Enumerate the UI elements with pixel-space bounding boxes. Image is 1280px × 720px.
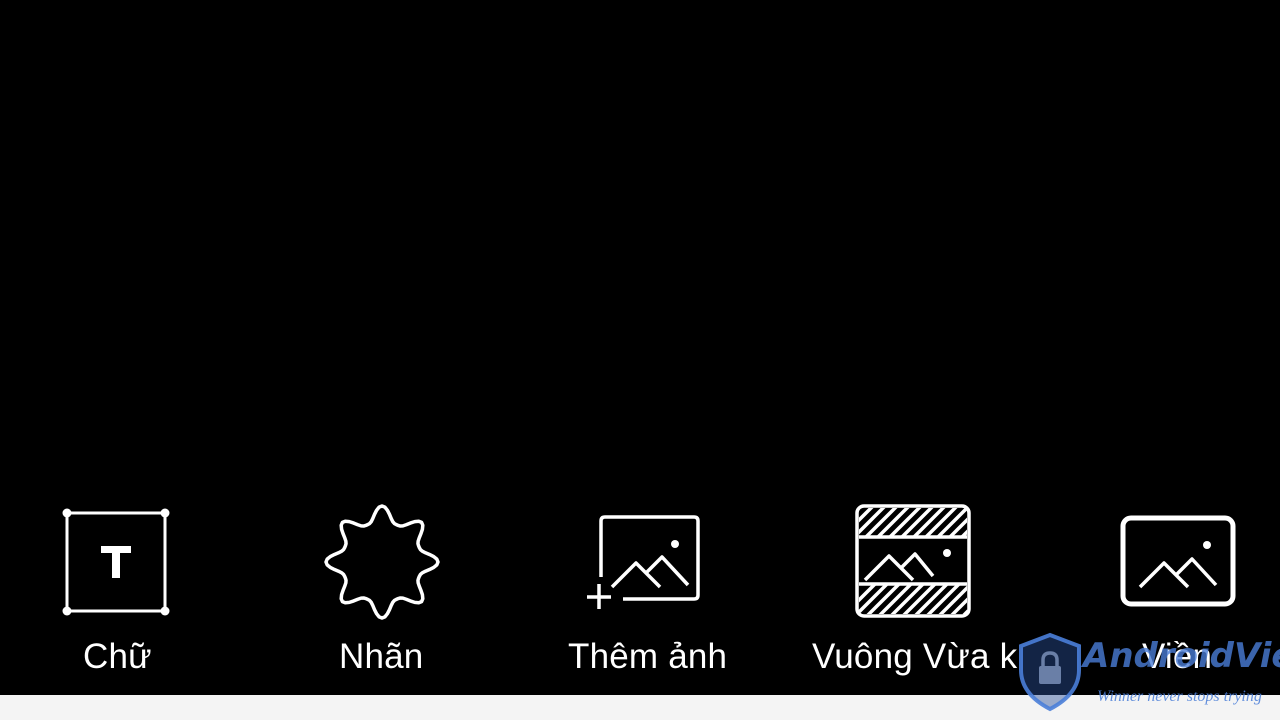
bottom-strip xyxy=(0,695,1280,720)
editor-toolbar: Chữ Nhãn Thêm ảnh Vuông Vừa k Viền xyxy=(0,495,1280,695)
border-tool-label: Viền xyxy=(1142,637,1213,676)
text-tool-label: Chữ xyxy=(83,637,152,676)
sticker-tool-label: Nhãn xyxy=(339,637,424,676)
square-fit-tool-button[interactable]: Vuông Vừa k xyxy=(808,495,1028,695)
square-fit-icon xyxy=(855,504,971,618)
text-box-icon xyxy=(62,508,170,616)
text-tool-button[interactable]: Chữ xyxy=(40,495,190,695)
image-preview-area[interactable] xyxy=(0,0,1280,495)
sticker-badge-icon xyxy=(324,504,440,620)
border-tool-button[interactable]: Viền xyxy=(1100,495,1270,695)
photo-editor-screen: Chữ Nhãn Thêm ảnh Vuông Vừa k Viền Andro… xyxy=(0,0,1280,720)
border-frame-icon xyxy=(1120,515,1236,607)
square-fit-tool-label: Vuông Vừa k xyxy=(812,637,1018,676)
add-photo-tool-label: Thêm ảnh xyxy=(568,637,728,676)
add-photo-icon xyxy=(587,515,700,609)
sticker-tool-button[interactable]: Nhãn xyxy=(300,495,470,695)
add-photo-tool-button[interactable]: Thêm ảnh xyxy=(560,495,740,695)
